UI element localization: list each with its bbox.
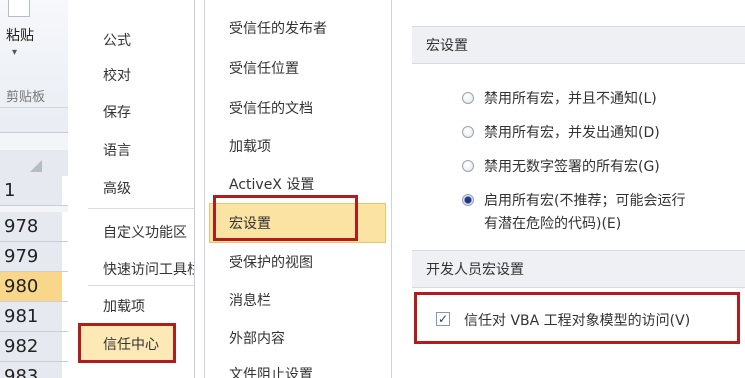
category-add-ins[interactable]: 加载项 [103, 296, 145, 316]
category-divider [88, 285, 194, 286]
row-header-selected[interactable]: 980 [0, 272, 62, 302]
row-header[interactable]: 983 [0, 362, 62, 378]
nav-protected-view[interactable]: 受保护的视图 [229, 252, 313, 272]
radio-label-disable-unsigned[interactable]: 禁用无数字签署的所有宏(G) [484, 156, 660, 176]
nav-add-ins[interactable]: 加载项 [229, 136, 271, 156]
clipboard-group-label: 剪贴板 [6, 90, 46, 105]
nav-activex-settings[interactable]: ActiveX 设置 [229, 174, 314, 194]
radio-label-disable-with-notify[interactable]: 禁用所有宏，并发出通知(D) [484, 122, 660, 142]
trust-center-nav: 受信任的发布者 受信任位置 受信任的文档 加载项 ActiveX 设置 宏设置 … [204, 0, 392, 378]
category-formulas[interactable]: 公式 [103, 30, 131, 50]
nav-external-content[interactable]: 外部内容 [229, 328, 285, 348]
ribbon-clipboard-group: 粘贴 ▾ 剪贴板 [0, 0, 68, 133]
options-category-list: 公式 校对 保存 语言 高级 自定义功能区 快速访问工具栏 加载项 信任中心 [68, 0, 195, 378]
radio-disable-unsigned[interactable] [462, 160, 474, 172]
ribbon-divider [0, 107, 68, 108]
row-header[interactable]: 978 [0, 212, 62, 242]
nav-trusted-publishers[interactable]: 受信任的发布者 [229, 18, 327, 38]
vba-trust-checkbox-label[interactable]: 信任对 VBA 工程对象模型的访问(V) [464, 310, 690, 330]
row-header[interactable]: 1 [0, 176, 62, 206]
radio-disable-no-notify[interactable] [462, 92, 474, 104]
macro-settings-header: 宏设置 [412, 26, 745, 64]
category-quick-access-toolbar[interactable]: 快速访问工具栏 [103, 259, 194, 279]
category-proofing[interactable]: 校对 [103, 65, 131, 85]
nav-trusted-locations[interactable]: 受信任位置 [229, 58, 299, 78]
nav-message-bar[interactable]: 消息栏 [229, 290, 271, 310]
row-header[interactable]: 981 [0, 302, 62, 332]
category-divider [88, 208, 194, 209]
paste-button[interactable]: 粘贴 [6, 25, 34, 45]
row-header[interactable]: 979 [0, 242, 62, 272]
radio-label-enable-all[interactable]: 启用所有宏(不推荐；可能会运行 [484, 190, 685, 210]
category-customize-ribbon[interactable]: 自定义功能区 [103, 222, 187, 242]
radio-disable-with-notify[interactable] [462, 126, 474, 138]
excel-window-strip: 粘贴 ▾ 剪贴板 1 978 979 980 981 982 983 [0, 0, 69, 378]
nav-file-block-settings[interactable]: 文件阻止设置 [229, 364, 313, 378]
developer-macro-settings-header: 开发人员宏设置 [412, 250, 745, 288]
category-trust-center[interactable]: 信任中心 [103, 334, 159, 354]
radio-label-disable-no-notify[interactable]: 禁用所有宏，并且不通知(L) [484, 88, 657, 108]
vba-trust-checkbox[interactable]: ✓ [436, 312, 450, 326]
category-advanced[interactable]: 高级 [103, 178, 131, 198]
category-language[interactable]: 语言 [103, 140, 131, 160]
radio-label-enable-all-line2[interactable]: 有潜在危险的代码)(E) [484, 213, 621, 233]
macro-settings-panel: 宏设置 禁用所有宏，并且不通知(L) 禁用所有宏，并发出通知(D) 禁用无数字签… [392, 0, 745, 378]
row-header[interactable]: 982 [0, 332, 62, 362]
paste-dropdown-icon[interactable]: ▾ [12, 47, 17, 58]
nav-trusted-documents[interactable]: 受信任的文档 [229, 98, 313, 118]
paste-icon[interactable] [8, 0, 30, 17]
radio-enable-all[interactable] [462, 194, 474, 206]
select-all-triangle-icon [30, 160, 42, 172]
nav-macro-settings[interactable]: 宏设置 [229, 213, 271, 233]
category-save[interactable]: 保存 [103, 102, 131, 122]
